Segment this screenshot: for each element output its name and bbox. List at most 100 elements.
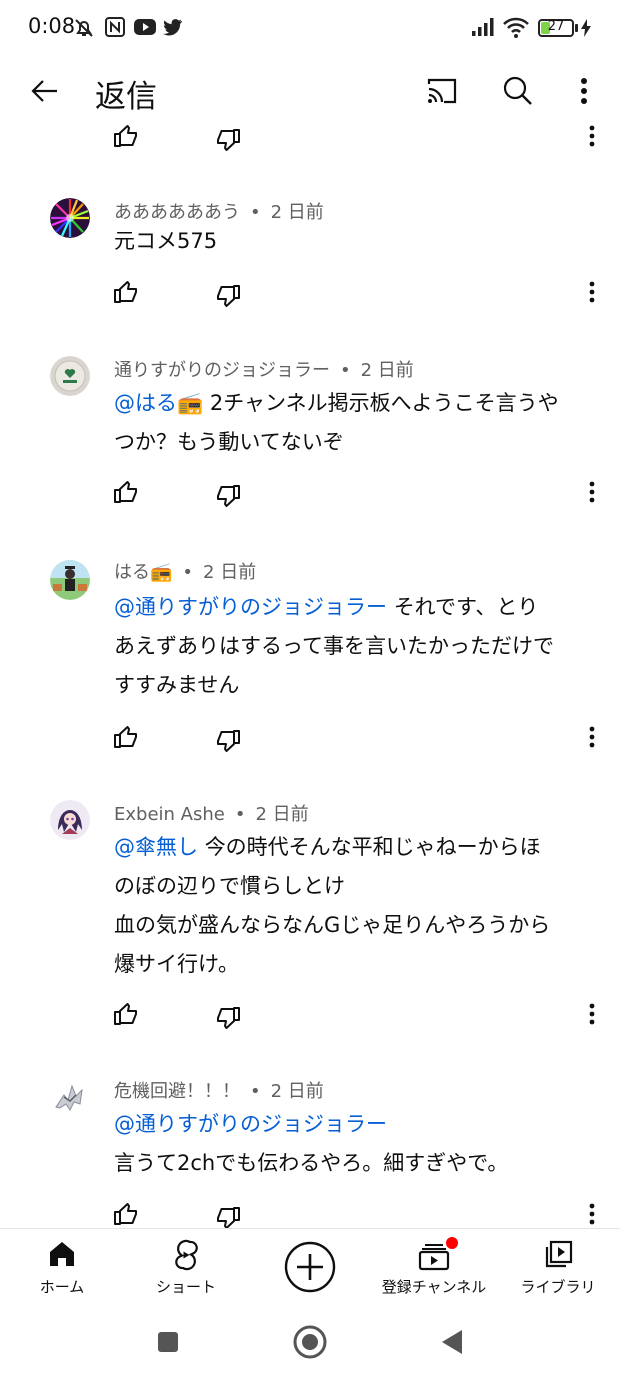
comment-line-text: 2チャンネル掲示板へようこそ言うや (209, 391, 559, 415)
comment-line: 血の気が盛んならなんGじゃ足りんやろうから (114, 913, 551, 937)
thumb-up-icon (114, 281, 137, 303)
comment-more-button[interactable] (570, 1192, 614, 1228)
thumb-up-icon (114, 1203, 137, 1225)
comment-author[interactable]: 危機回避！！！ (114, 1081, 240, 1102)
avatar[interactable] (50, 356, 90, 396)
bottom-nav: ホーム ショート 登録チャンネル ライブラリ (0, 1228, 620, 1304)
mention-link[interactable]: @はる📻 (114, 391, 203, 415)
dislike-button[interactable] (206, 719, 250, 763)
avatar[interactable] (50, 1077, 90, 1117)
dislike-button[interactable] (206, 996, 250, 1040)
nav-item-subscriptions[interactable]: 登録チャンネル (372, 1229, 496, 1305)
battery-level: 27 (547, 19, 565, 34)
comment-more-button[interactable] (570, 124, 614, 158)
comment-text: 元コメ575 (114, 222, 600, 261)
thumb-up-icon (114, 726, 137, 748)
comment-actions (0, 992, 620, 1036)
comment-line: つか？もう動いてないぞ (114, 430, 344, 454)
comment-line: 元コメ575 (114, 229, 218, 253)
comment-more-button[interactable] (570, 270, 614, 314)
like-button[interactable] (104, 270, 148, 314)
cast-button[interactable] (419, 68, 465, 114)
nav-label: ホーム (39, 1278, 85, 1296)
back-button[interactable] (22, 68, 68, 114)
dislike-button[interactable] (206, 124, 250, 162)
nav-item-shorts[interactable]: ショート (124, 1229, 248, 1305)
comment-more-button[interactable] (570, 992, 614, 1036)
shorts-icon (124, 1239, 248, 1271)
comment-actions (0, 270, 620, 314)
mention-link[interactable]: @通りすがりのジョジョラー (114, 595, 387, 619)
mention-link[interactable]: @通りすがりのジョジョラー (114, 1112, 387, 1136)
thumb-up-icon (114, 1003, 137, 1025)
mention-link[interactable]: @傘無し (114, 835, 198, 859)
like-button[interactable] (104, 1192, 148, 1228)
like-button[interactable] (104, 992, 148, 1036)
subscriptions-icon (372, 1239, 496, 1271)
recents-square-icon[interactable] (148, 1322, 188, 1362)
like-button[interactable] (104, 715, 148, 759)
app-header: 返信 (0, 58, 620, 124)
comment-more-button[interactable] (570, 470, 614, 514)
comment-text: @通りすがりのジョジョラー それです、とり あえずありはするって事を言いたかった… (114, 588, 600, 705)
more-options-button[interactable] (561, 68, 607, 114)
dislike-button[interactable] (206, 1196, 250, 1228)
more-vert-icon (589, 726, 595, 748)
avatar-image (50, 800, 90, 840)
comment-line: @はる📻 2チャンネル掲示板へようこそ言うや (114, 384, 600, 423)
back-triangle-icon[interactable] (432, 1322, 472, 1362)
comment-meta: Exbein Ashe • 2 日前 (114, 804, 309, 825)
avatar[interactable] (50, 800, 90, 840)
search-icon (503, 76, 532, 105)
page-title: 返信 (95, 79, 157, 115)
comment-line: のぼの辺りで慣らしとけ (114, 874, 345, 898)
thumb-down-icon (217, 1007, 240, 1029)
thumb-down-icon (217, 730, 240, 752)
nav-label: 登録チャンネル (381, 1278, 487, 1296)
avatar[interactable] (50, 560, 90, 600)
comment-line: @通りすがりのジョジョラー (114, 1105, 600, 1144)
comment-author[interactable]: ああああああう (114, 202, 240, 223)
comment-text: @通りすがりのジョジョラー 言うて2chでも伝わるやろ。細すぎやで。 (114, 1105, 600, 1183)
nav-item-home[interactable]: ホーム (0, 1229, 124, 1305)
avatar-image (50, 198, 90, 238)
mute-bell-icon (72, 16, 96, 44)
nfc-icon (104, 16, 126, 42)
avatar[interactable] (50, 198, 90, 238)
youtube-icon (133, 16, 157, 42)
wifi-icon (502, 16, 530, 44)
search-button[interactable] (495, 68, 541, 114)
home-circle-icon[interactable] (290, 1322, 330, 1362)
home-icon (0, 1239, 124, 1271)
nav-item-create[interactable] (248, 1229, 372, 1305)
comment-author[interactable]: Exbein Ashe (114, 804, 225, 825)
comment-author[interactable]: 通りすがりのジョジョラー (114, 360, 330, 381)
like-button[interactable] (104, 124, 148, 158)
more-vert-icon (589, 281, 595, 303)
comment-line: @傘無し 今の時代そんな平和じゃねーからほ (114, 828, 600, 867)
like-button[interactable] (104, 470, 148, 514)
comment-meta: ああああああう • 2 日前 (114, 202, 324, 223)
system-nav (0, 1304, 620, 1378)
thumb-down-icon (217, 285, 240, 307)
battery-icon: 27 (538, 19, 574, 37)
comment-actions (0, 1192, 620, 1228)
cast-icon (427, 78, 457, 104)
nav-label: ライブラリ (520, 1278, 596, 1296)
comment-time: 2 日前 (255, 804, 309, 825)
comment-meta: 通りすがりのジョジョラー • 2 日前 (114, 360, 414, 381)
comment-actions (0, 124, 620, 158)
more-vert-icon (589, 1203, 595, 1225)
nav-item-library[interactable]: ライブラリ (496, 1229, 620, 1305)
more-vert-icon (589, 481, 595, 503)
comment-meta: はる📻 • 2 日前 (114, 562, 257, 583)
dislike-button[interactable] (206, 274, 250, 318)
comment-list[interactable]: ああああああう • 2 日前 元コメ575 通りすがりのジョジョラー • 2 日前 (0, 124, 620, 1228)
dislike-button[interactable] (206, 474, 250, 518)
comment-more-button[interactable] (570, 715, 614, 759)
comment-author[interactable]: はる📻 (114, 562, 172, 583)
more-vert-icon (589, 1003, 595, 1025)
more-vert-icon (581, 78, 587, 104)
comment-time: 2 日前 (360, 360, 414, 381)
notification-dot (446, 1237, 458, 1249)
